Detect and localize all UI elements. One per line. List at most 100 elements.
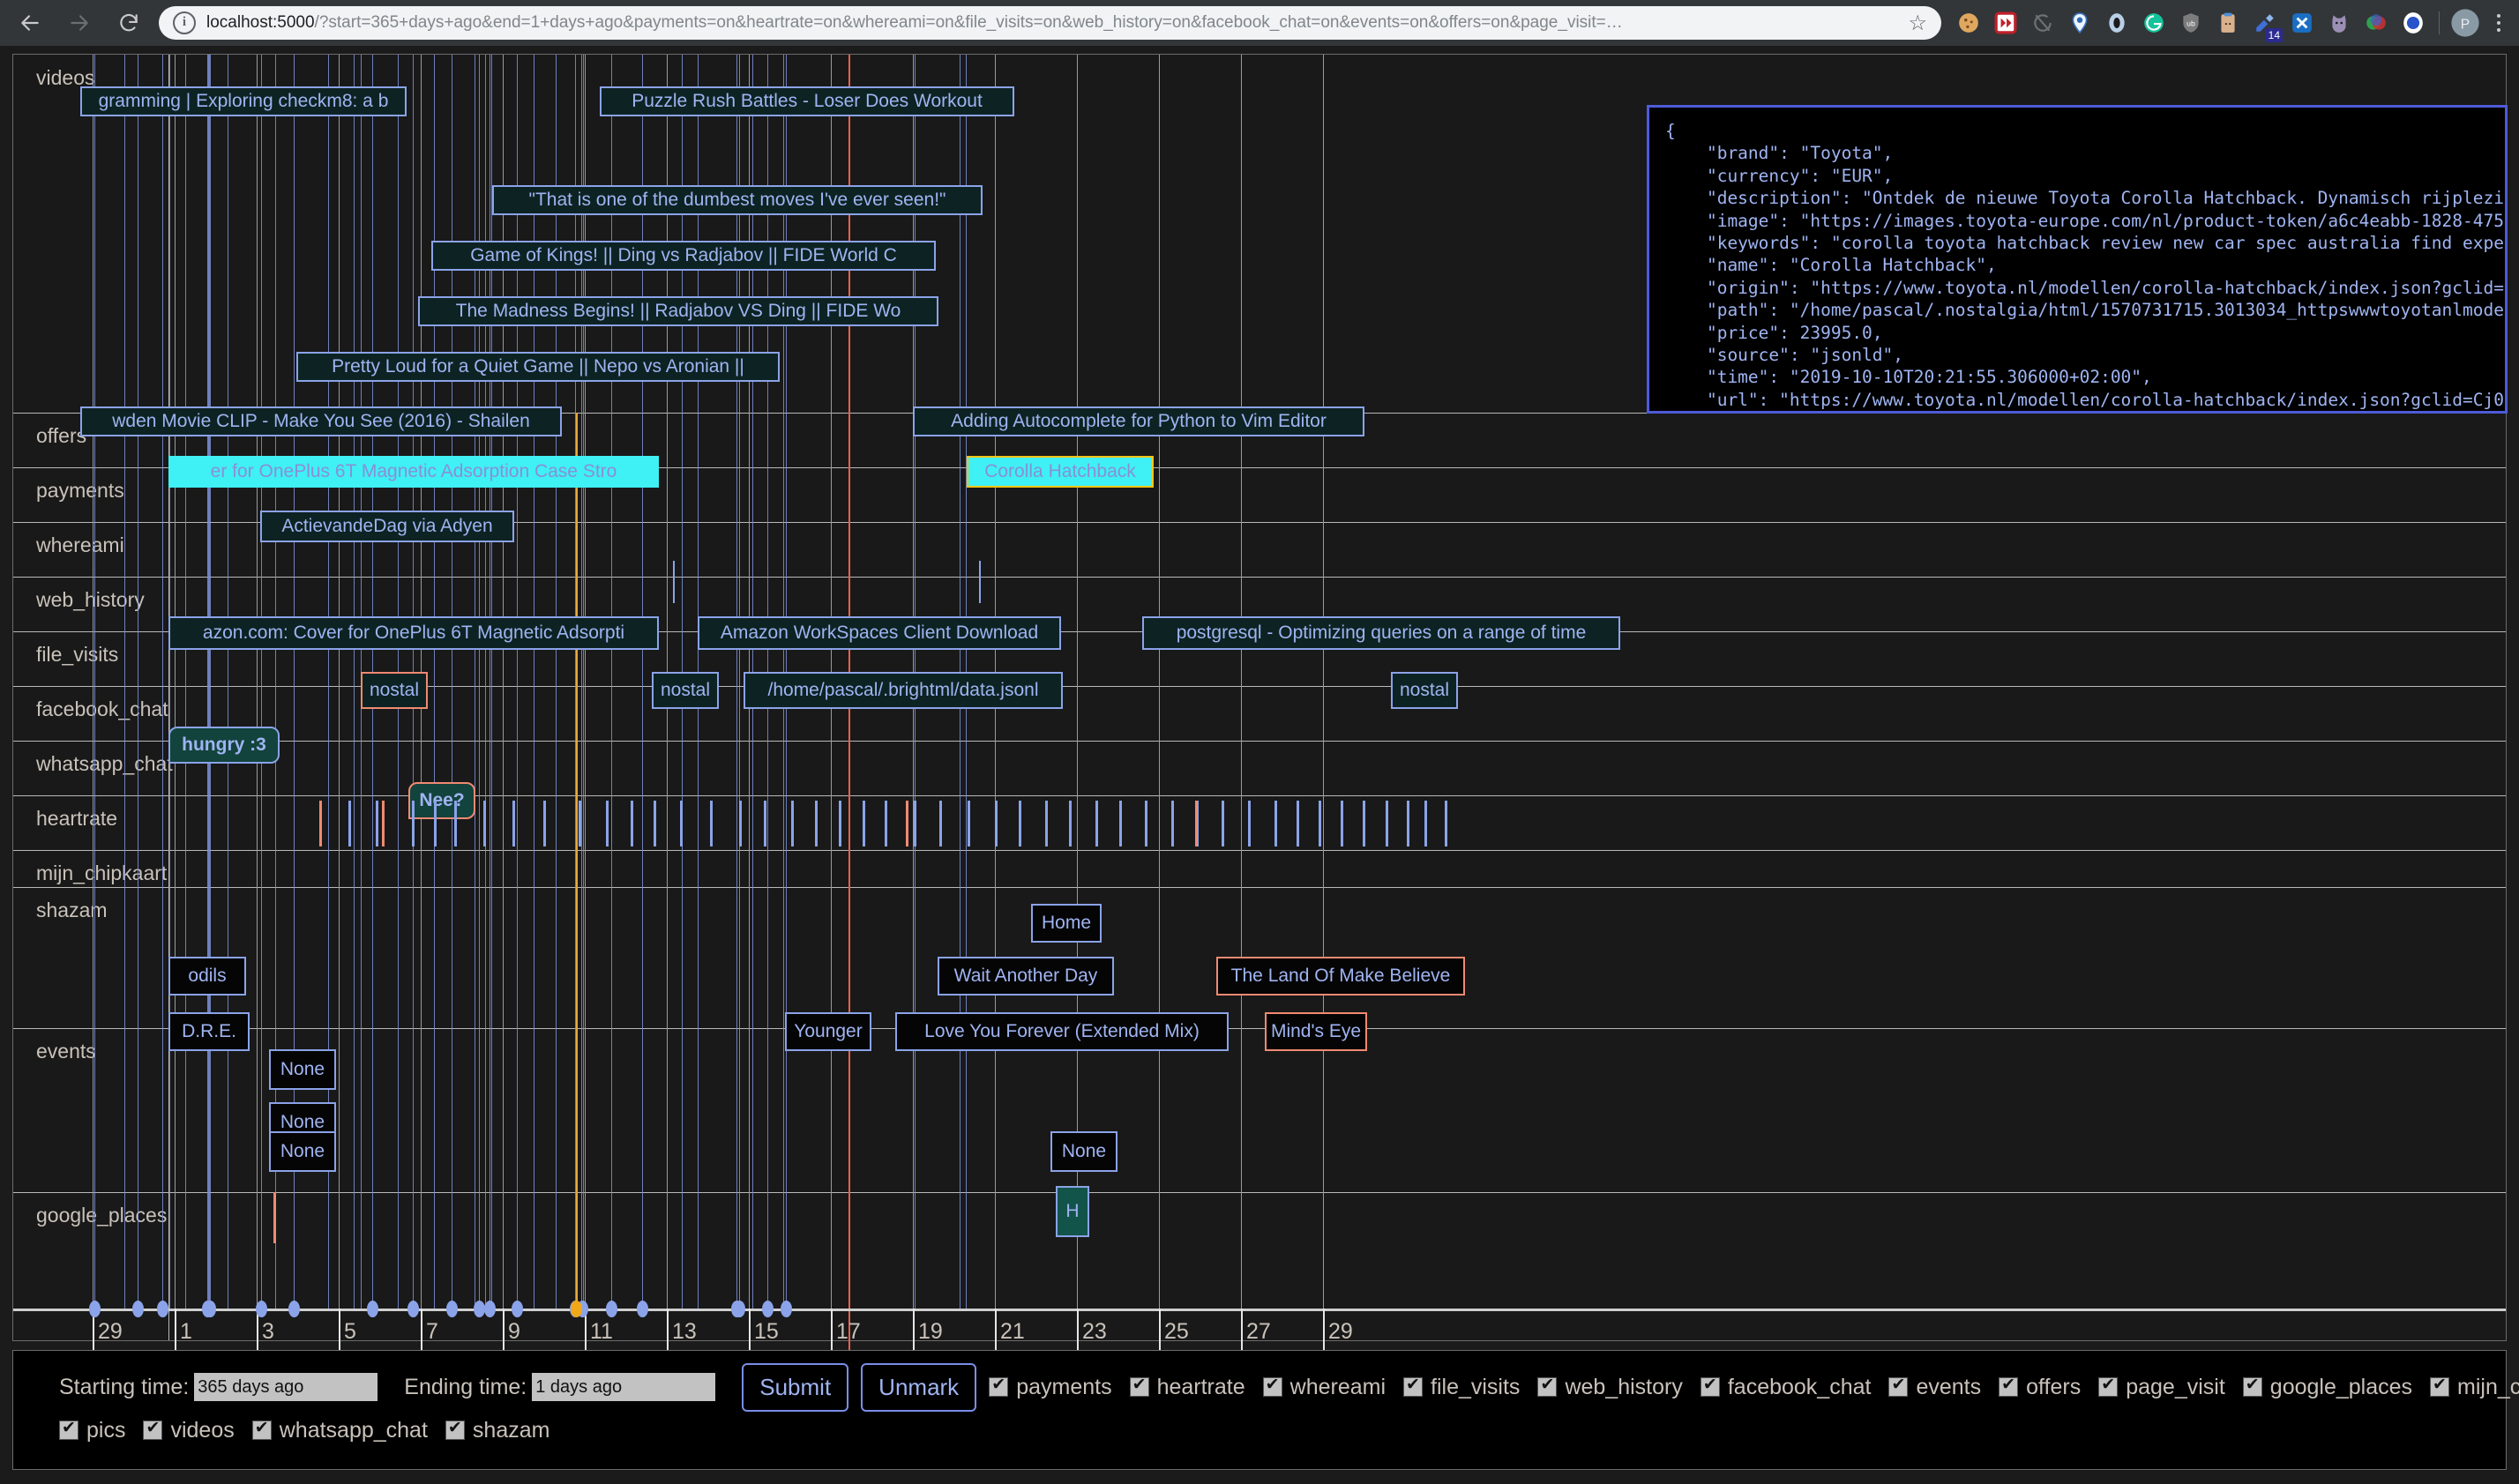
video-event[interactable]: The Madness Begins! || Radjabov VS Ding … bbox=[418, 296, 938, 326]
filter-toggle-payments[interactable]: payments bbox=[989, 1375, 1111, 1400]
cookie-extension-icon[interactable] bbox=[1950, 4, 1987, 41]
video-event[interactable]: Adding Autocomplete for Python to Vim Ed… bbox=[913, 406, 1364, 436]
video-event[interactable]: gramming | Exploring checkm8: a b bbox=[80, 86, 407, 116]
shazam-track[interactable]: odils bbox=[168, 957, 246, 996]
axis-event-dot[interactable] bbox=[446, 1301, 458, 1317]
heartrate-tick[interactable] bbox=[1297, 801, 1299, 846]
filter-toggle-whatsapp_chat[interactable]: whatsapp_chat bbox=[252, 1418, 428, 1443]
checkbox-heartrate[interactable] bbox=[1130, 1377, 1149, 1397]
heartrate-tick[interactable] bbox=[1424, 801, 1427, 846]
refresh-blocker-extension-icon[interactable] bbox=[2024, 4, 2061, 41]
filter-toggle-pics[interactable]: pics bbox=[59, 1418, 125, 1443]
filter-toggle-google_places[interactable]: google_places bbox=[2243, 1375, 2412, 1400]
checkbox-page_visit[interactable] bbox=[2098, 1377, 2118, 1397]
heartrate-tick[interactable] bbox=[483, 801, 486, 846]
forward-button[interactable] bbox=[55, 0, 104, 46]
heartrate-tick[interactable] bbox=[1274, 801, 1277, 846]
heartrate-tick[interactable] bbox=[885, 801, 887, 846]
google-places-tick[interactable] bbox=[273, 1192, 276, 1243]
video-event[interactable]: Game of Kings! || Ding vs Radjabov || FI… bbox=[431, 241, 936, 271]
timeline-chart[interactable]: videosofferspaymentswhereamiweb_historyf… bbox=[12, 54, 2507, 1341]
profile-avatar[interactable]: P bbox=[2447, 4, 2484, 41]
cat-extension-icon[interactable] bbox=[2321, 4, 2358, 41]
unmark-button[interactable]: Unmark bbox=[861, 1363, 976, 1412]
checkbox-offers[interactable] bbox=[1999, 1377, 2018, 1397]
axis-event-dot[interactable] bbox=[637, 1301, 648, 1317]
paint-extension-icon[interactable]: 14 bbox=[2246, 4, 2284, 41]
reload-button[interactable] bbox=[104, 0, 153, 46]
shazam-track[interactable]: Younger bbox=[785, 1012, 871, 1051]
browser-menu-button[interactable] bbox=[2484, 14, 2514, 32]
heartrate-tick-marked[interactable] bbox=[382, 801, 385, 846]
location-pin-extension-icon[interactable] bbox=[2061, 4, 2098, 41]
checkbox-events[interactable] bbox=[1888, 1377, 1908, 1397]
heartrate-tick[interactable] bbox=[1171, 801, 1174, 846]
heartrate-tick[interactable] bbox=[1069, 801, 1072, 846]
heartrate-tick[interactable] bbox=[412, 801, 415, 846]
whatsapp-chat-message[interactable]: Nee? bbox=[408, 782, 475, 819]
axis-event-dot[interactable] bbox=[157, 1301, 168, 1317]
checkbox-facebook_chat[interactable] bbox=[1701, 1377, 1720, 1397]
axis-event-dot[interactable] bbox=[205, 1301, 216, 1317]
axis-event-dot[interactable] bbox=[288, 1301, 300, 1317]
star-icon[interactable]: ☆ bbox=[1908, 11, 1927, 36]
filter-toggle-events[interactable]: events bbox=[1888, 1375, 1981, 1400]
filter-toggle-web_history[interactable]: web_history bbox=[1537, 1375, 1682, 1400]
heartrate-tick[interactable] bbox=[434, 801, 437, 846]
checkbox-whatsapp_chat[interactable] bbox=[252, 1421, 272, 1440]
heartrate-tick-marked[interactable] bbox=[319, 801, 322, 846]
starting-time-input[interactable] bbox=[194, 1373, 377, 1401]
video-event[interactable]: "That is one of the dumbest moves I've e… bbox=[492, 185, 983, 215]
heartrate-tick[interactable] bbox=[995, 801, 998, 846]
axis-event-dot[interactable] bbox=[762, 1301, 774, 1317]
calendar-event[interactable]: None bbox=[1050, 1131, 1117, 1172]
heartrate-tick[interactable] bbox=[968, 801, 970, 846]
heartrate-tick[interactable] bbox=[606, 801, 609, 846]
shazam-track[interactable]: Mind's Eye bbox=[1265, 1012, 1367, 1051]
heartrate-tick[interactable] bbox=[631, 801, 633, 846]
heartrate-tick[interactable] bbox=[454, 801, 457, 846]
video-event[interactable]: wden Movie CLIP - Make You See (2016) - … bbox=[80, 406, 562, 436]
shazam-track[interactable]: D.R.E. bbox=[168, 1012, 250, 1051]
heartrate-tick[interactable] bbox=[710, 801, 713, 846]
heartrate-tick[interactable] bbox=[579, 801, 581, 846]
x-extension-icon[interactable] bbox=[2284, 4, 2321, 41]
checkbox-google_places[interactable] bbox=[2243, 1377, 2262, 1397]
google-place-event[interactable]: H bbox=[1056, 1186, 1089, 1237]
heartrate-tick[interactable] bbox=[1407, 801, 1409, 846]
checkbox-payments[interactable] bbox=[989, 1377, 1008, 1397]
submit-button[interactable]: Submit bbox=[742, 1363, 848, 1412]
axis-event-dot[interactable] bbox=[132, 1301, 144, 1317]
calendar-event[interactable]: None bbox=[269, 1131, 336, 1172]
fast-forward-extension-icon[interactable] bbox=[1987, 4, 2024, 41]
heartrate-tick[interactable] bbox=[739, 801, 742, 846]
offer-event-selected[interactable]: Corolla Hatchback bbox=[967, 456, 1154, 488]
axis-event-dot[interactable] bbox=[407, 1301, 419, 1317]
heartrate-tick[interactable] bbox=[815, 801, 818, 846]
file-visit-event[interactable]: nostal bbox=[1391, 672, 1458, 709]
grammarly-extension-icon[interactable] bbox=[2135, 4, 2172, 41]
heartrate-tick[interactable] bbox=[939, 801, 942, 846]
checkbox-web_history[interactable] bbox=[1537, 1377, 1557, 1397]
shazam-track[interactable]: Home bbox=[1031, 904, 1102, 943]
axis-event-dot[interactable] bbox=[256, 1301, 267, 1317]
heartrate-tick[interactable] bbox=[791, 801, 794, 846]
heartrate-tick[interactable] bbox=[764, 801, 766, 846]
heartrate-tick-marked[interactable] bbox=[1195, 801, 1198, 846]
web-history-event[interactable]: Amazon WorkSpaces Client Download bbox=[698, 616, 1061, 650]
filter-toggle-facebook_chat[interactable]: facebook_chat bbox=[1701, 1375, 1872, 1400]
axis-event-dot[interactable] bbox=[512, 1301, 523, 1317]
heartrate-tick[interactable] bbox=[680, 801, 683, 846]
video-event[interactable]: Pretty Loud for a Quiet Game || Nepo vs … bbox=[296, 352, 780, 382]
filter-toggle-mijn_chipkaart[interactable]: mijn_chipkaart bbox=[2430, 1375, 2519, 1400]
heartrate-tick[interactable] bbox=[1019, 801, 1021, 846]
filter-toggle-shazam[interactable]: shazam bbox=[445, 1418, 550, 1443]
info-icon[interactable]: i bbox=[173, 11, 196, 34]
axis-event-dot[interactable] bbox=[606, 1301, 617, 1317]
axis-event-dot[interactable] bbox=[781, 1301, 792, 1317]
axis-event-dot-selected[interactable] bbox=[571, 1301, 582, 1317]
axis-event-dot[interactable] bbox=[734, 1301, 745, 1317]
offer-event[interactable]: er for OnePlus 6T Magnetic Adsorption Ca… bbox=[168, 456, 659, 488]
heartrate-tick[interactable] bbox=[376, 801, 378, 846]
file-visit-event[interactable]: /home/pascal/.brightml/data.jsonl bbox=[744, 672, 1063, 709]
